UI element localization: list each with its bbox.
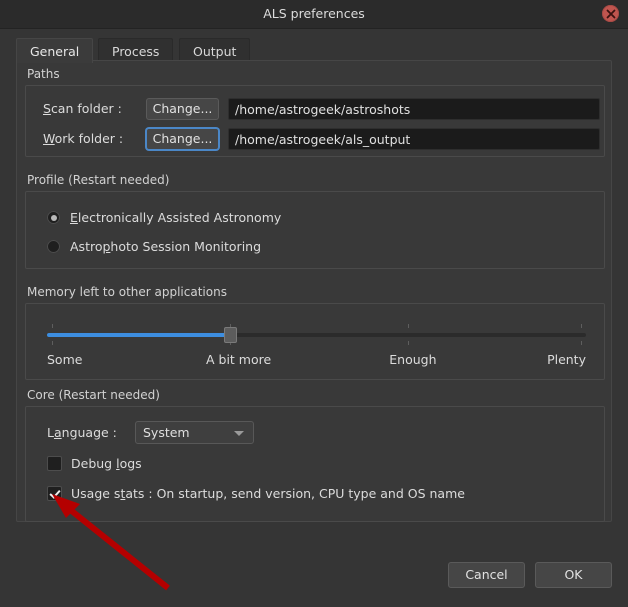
cancel-button-label: Cancel	[465, 567, 508, 582]
slider-tick	[52, 341, 54, 345]
memory-frame: Some A bit more Enough Plenty	[25, 303, 605, 380]
core-group: Core (Restart needed) Language : System …	[25, 388, 605, 522]
language-selected-value: System	[143, 425, 190, 440]
language-select[interactable]: System	[135, 421, 254, 444]
slider-tick	[580, 324, 582, 328]
ok-button-label: OK	[564, 567, 583, 582]
paths-group: Paths Scan folder : Change... /home/astr…	[25, 67, 605, 157]
slider-fill	[47, 333, 231, 337]
debug-logs-label: Debug logs	[71, 456, 142, 471]
radio-selected-icon	[47, 211, 60, 224]
profile-group-label: Profile (Restart needed)	[27, 173, 170, 187]
checkbox-unchecked-icon	[47, 456, 62, 471]
scan-folder-change-button[interactable]: Change...	[146, 98, 219, 120]
slider-tick	[580, 341, 582, 345]
checkbox-checked-icon	[47, 486, 62, 501]
paths-frame: Scan folder : Change... /home/astrogeek/…	[25, 85, 605, 157]
title-bar: ALS preferences	[0, 0, 628, 29]
paths-group-label: Paths	[27, 67, 60, 81]
slider-label-some: Some	[47, 352, 83, 367]
scan-folder-input[interactable]: /home/astrogeek/astroshots	[228, 98, 600, 120]
work-folder-change-label: Change...	[152, 131, 213, 146]
preferences-dialog: ALS preferences General Process Output P…	[0, 0, 628, 607]
close-x-glyph	[606, 9, 615, 18]
window-title: ALS preferences	[263, 6, 365, 21]
slider-tick	[408, 341, 410, 345]
memory-group: Memory left to other applications Some A…	[25, 285, 605, 380]
profile-frame: Electronically Assisted Astronomy Astrop…	[25, 191, 605, 269]
general-tab-panel: Paths Scan folder : Change... /home/astr…	[16, 60, 612, 522]
scan-folder-change-label: Change...	[152, 101, 213, 116]
language-label: Language :	[47, 425, 117, 440]
work-folder-row: Work folder : Change... /home/astrogeek/…	[26, 128, 604, 150]
usage-stats-label: Usage stats : On startup, send version, …	[71, 486, 465, 501]
slider-label-abitmore: A bit more	[206, 352, 272, 367]
work-folder-label: Work folder :	[43, 131, 124, 146]
slider-label-row: Some A bit more Enough Plenty	[47, 352, 586, 368]
radio-unselected-icon	[47, 240, 60, 253]
scan-folder-row: Scan folder : Change... /home/astrogeek/…	[26, 98, 604, 120]
radio-eaa-label: Electronically Assisted Astronomy	[70, 210, 282, 225]
core-frame: Language : System Debug logs Usage stats…	[25, 406, 605, 522]
ok-button[interactable]: OK	[535, 562, 612, 588]
tab-output-label: Output	[193, 44, 237, 59]
slider-label-plenty: Plenty	[547, 352, 586, 367]
core-group-label: Core (Restart needed)	[27, 388, 160, 402]
cancel-button[interactable]: Cancel	[448, 562, 525, 588]
slider-tick	[408, 324, 410, 328]
radio-asm-label: Astrophoto Session Monitoring	[70, 239, 262, 254]
tab-general-label: General	[30, 44, 80, 59]
tab-process-label: Process	[112, 44, 160, 59]
dialog-buttons: Cancel OK	[438, 562, 612, 588]
close-icon[interactable]	[602, 5, 619, 22]
scan-folder-label: Scan folder :	[43, 101, 122, 116]
slider-tick	[52, 324, 54, 328]
slider-label-enough: Enough	[389, 352, 437, 367]
slider-handle[interactable]	[224, 327, 238, 343]
memory-slider[interactable]	[47, 320, 586, 350]
tab-general[interactable]: General	[16, 38, 94, 63]
memory-group-label: Memory left to other applications	[27, 285, 227, 299]
work-folder-change-button[interactable]: Change...	[146, 128, 219, 150]
chevron-down-icon	[234, 431, 244, 436]
work-folder-input[interactable]: /home/astrogeek/als_output	[228, 128, 600, 150]
profile-group: Profile (Restart needed) Electronically …	[25, 173, 605, 269]
